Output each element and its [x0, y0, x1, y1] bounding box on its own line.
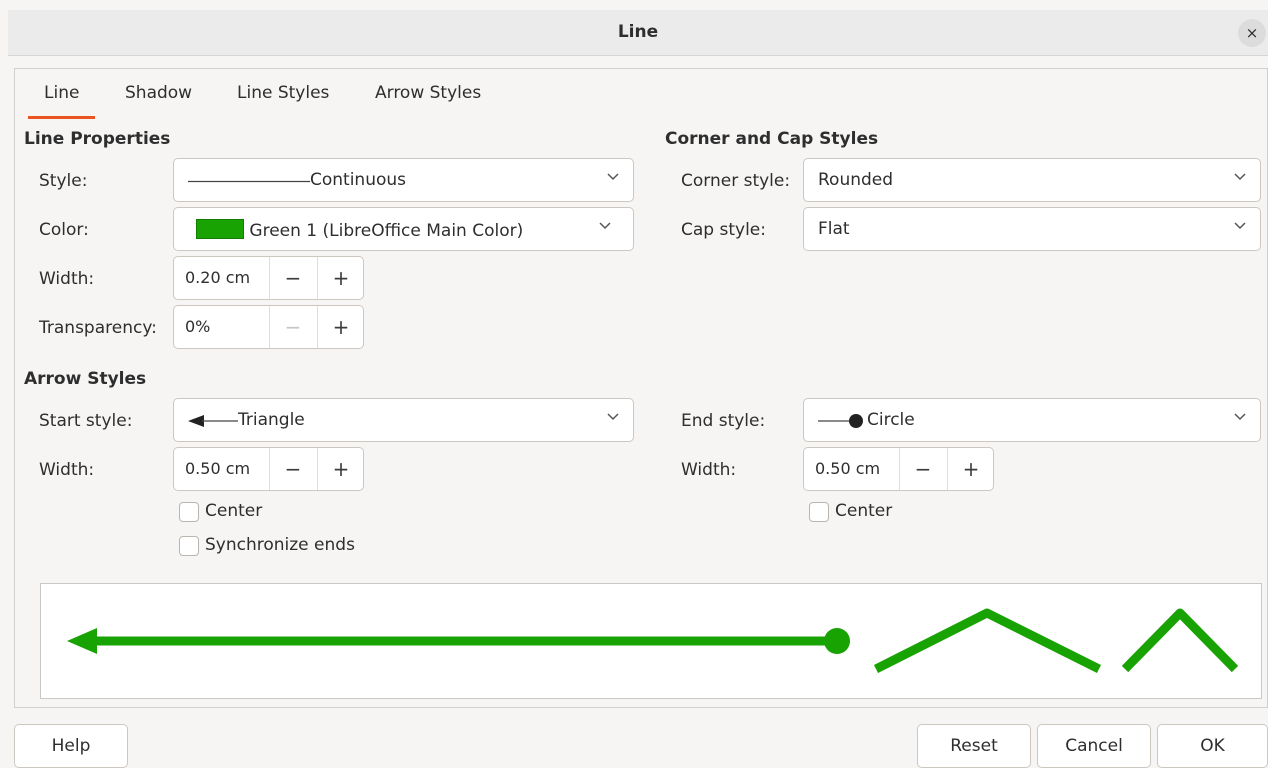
- increase-button[interactable]: +: [947, 448, 994, 490]
- end-center-label: Center: [835, 501, 893, 521]
- line-properties-heading: Line Properties: [24, 129, 171, 149]
- increase-button[interactable]: +: [317, 257, 364, 299]
- tab-shadow[interactable]: Shadow: [125, 81, 192, 119]
- chevron-down-icon: [1234, 413, 1246, 423]
- decrease-button[interactable]: −: [269, 257, 316, 299]
- line-style-preview-icon: [188, 180, 310, 183]
- ok-button[interactable]: OK: [1157, 724, 1268, 768]
- tab-line[interactable]: Line: [27, 81, 97, 119]
- end-width-spinbox[interactable]: 0.50 cm − +: [803, 447, 994, 491]
- end-center-checkbox[interactable]: [809, 502, 829, 522]
- corner-style-dropdown[interactable]: Rounded: [803, 158, 1261, 202]
- line-style-dropdown[interactable]: Continuous: [173, 158, 634, 202]
- preview-corner-wide: [873, 608, 1102, 674]
- arrow-styles-heading: Arrow Styles: [24, 369, 147, 389]
- line-color-dropdown[interactable]: Green 1 (LibreOffice Main Color): [173, 207, 634, 251]
- cap-style-value: Flat: [818, 219, 850, 239]
- transparency-value: 0%: [185, 317, 211, 336]
- preview-corner-narrow: [1121, 608, 1239, 673]
- line-width-spinbox[interactable]: 0.20 cm − +: [173, 256, 364, 300]
- transparency-label: Transparency:: [39, 318, 157, 338]
- arrow-circle-icon: [818, 414, 863, 428]
- end-style-dropdown[interactable]: Circle: [803, 398, 1261, 442]
- preview-end-circle: [824, 628, 850, 654]
- tab-arrow-styles[interactable]: Arrow Styles: [375, 81, 481, 119]
- start-style-label: Start style:: [39, 411, 133, 431]
- corner-cap-heading: Corner and Cap Styles: [665, 129, 879, 149]
- synchronize-ends-label: Synchronize ends: [205, 535, 355, 555]
- decrease-button[interactable]: −: [269, 306, 316, 348]
- color-value-wrapper: Green 1 (LibreOffice Main Color): [196, 219, 523, 241]
- increase-button[interactable]: +: [317, 306, 364, 348]
- dialog-titlebar: Line ×: [8, 10, 1268, 56]
- color-swatch-icon: [196, 219, 244, 239]
- cancel-button[interactable]: Cancel: [1037, 724, 1151, 768]
- help-button[interactable]: Help: [14, 724, 128, 768]
- decrease-button[interactable]: −: [899, 448, 946, 490]
- line-preview-drawing: [67, 608, 1239, 674]
- start-center-label: Center: [205, 501, 263, 521]
- synchronize-ends-checkbox[interactable]: [179, 536, 199, 556]
- corner-style-value: Rounded: [818, 170, 894, 190]
- start-center-checkbox[interactable]: [179, 502, 199, 522]
- tab-line-styles[interactable]: Line Styles: [237, 81, 329, 119]
- transparency-spinbox[interactable]: 0% − +: [173, 305, 364, 349]
- chevron-down-icon: [607, 173, 619, 183]
- start-width-spinbox[interactable]: 0.50 cm − +: [173, 447, 364, 491]
- start-style-dropdown[interactable]: Triangle: [173, 398, 634, 442]
- width-label: Width:: [39, 269, 95, 289]
- chevron-down-icon: [607, 413, 619, 423]
- dialog-title: Line: [617, 22, 659, 42]
- line-style-value: Continuous: [310, 170, 407, 190]
- line-color-value: Green 1 (LibreOffice Main Color): [249, 221, 524, 241]
- line-width-value: 0.20 cm: [185, 268, 251, 287]
- chevron-down-icon: [599, 222, 611, 232]
- close-icon[interactable]: ×: [1238, 19, 1266, 47]
- style-label: Style:: [39, 171, 88, 191]
- chevron-down-icon: [1234, 173, 1246, 183]
- chevron-down-icon: [1234, 222, 1246, 232]
- end-style-value: Circle: [867, 410, 915, 430]
- arrow-triangle-icon: [188, 415, 238, 427]
- tab-panel: Line Shadow Line Styles Arrow Styles Lin…: [14, 68, 1268, 708]
- end-width-value: 0.50 cm: [815, 459, 881, 478]
- color-label: Color:: [39, 220, 89, 240]
- increase-button[interactable]: +: [317, 448, 364, 490]
- corner-style-label: Corner style:: [681, 171, 791, 191]
- cap-style-label: Cap style:: [681, 220, 766, 240]
- start-style-value: Triangle: [238, 410, 305, 430]
- end-width-label: Width:: [681, 460, 737, 480]
- reset-button[interactable]: Reset: [917, 724, 1031, 768]
- end-style-label: End style:: [681, 411, 766, 431]
- start-width-value: 0.50 cm: [185, 459, 251, 478]
- cap-style-dropdown[interactable]: Flat: [803, 207, 1261, 251]
- line-preview: [40, 583, 1262, 699]
- decrease-button[interactable]: −: [269, 448, 316, 490]
- start-width-label: Width:: [39, 460, 95, 480]
- preview-start-arrow: [67, 628, 97, 654]
